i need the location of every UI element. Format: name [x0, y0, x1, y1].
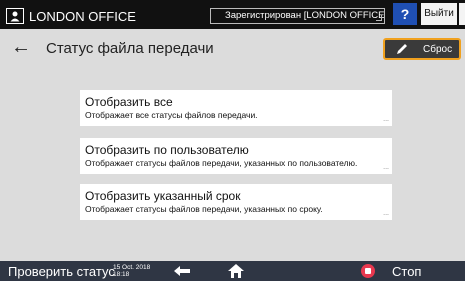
bottom-bar: Проверить статус 15 Oct. 2018 18:18 Стоп — [0, 261, 465, 281]
corner-icon — [376, 15, 382, 21]
back-button[interactable]: ← — [8, 35, 34, 59]
option-title: Отобразить все — [85, 95, 173, 109]
option-description: Отображает статусы файлов передачи, указ… — [85, 158, 358, 168]
more-icon: ... — [383, 116, 389, 123]
stop-button[interactable]: Стоп — [392, 264, 421, 280]
option-show-all[interactable]: Отобразить все Отображает все статусы фа… — [80, 90, 392, 126]
user-icon — [6, 8, 24, 24]
date-time: 15 Oct. 2018 18:18 — [113, 264, 150, 278]
office-name: LONDON OFFICE — [29, 8, 136, 24]
time: 18:18 — [113, 271, 130, 278]
reset-label: Сброс — [423, 43, 453, 55]
home-button[interactable] — [224, 261, 248, 281]
header: ← Статус файла передачи Сброс — [0, 29, 465, 68]
pencil-icon — [397, 44, 407, 54]
option-title: Отобразить по пользователю — [85, 143, 249, 157]
option-by-period[interactable]: Отобразить указанный срок Отображает ста… — [80, 184, 392, 220]
stop-icon[interactable] — [361, 264, 375, 278]
option-description: Отображает все статусы файлов передачи. — [85, 110, 258, 120]
top-bar: LONDON OFFICE Зарегистрирован [LONDON OF… — [0, 0, 465, 29]
check-status-button[interactable]: Проверить статус — [8, 264, 115, 280]
login-status: Зарегистрирован [LONDON OFFICE] — [210, 8, 385, 24]
arrow-left-icon: ← — [11, 36, 31, 58]
option-title: Отобразить указанный срок — [85, 189, 241, 203]
option-description: Отображает статусы файлов передачи, указ… — [85, 204, 323, 214]
date: 15 Oct. 2018 — [113, 264, 151, 271]
home-icon — [228, 264, 244, 278]
extra-button[interactable] — [459, 3, 465, 25]
more-icon: ... — [383, 210, 389, 217]
return-arrow-icon — [174, 266, 190, 276]
more-icon: ... — [383, 164, 389, 171]
reset-button[interactable]: Сброс — [383, 38, 461, 60]
back-nav-button[interactable] — [168, 261, 196, 281]
logout-button[interactable]: Выйти — [421, 3, 457, 25]
option-by-user[interactable]: Отобразить по пользователю Отображает ст… — [80, 138, 392, 174]
office-user-indicator: LONDON OFFICE — [6, 6, 188, 26]
help-button[interactable]: ? — [393, 3, 417, 25]
page-title: Статус файла передачи — [46, 40, 214, 57]
main-area: Отобразить все Отображает все статусы фа… — [0, 68, 465, 261]
login-status-text: Зарегистрирован [LONDON OFFICE] — [225, 10, 385, 21]
